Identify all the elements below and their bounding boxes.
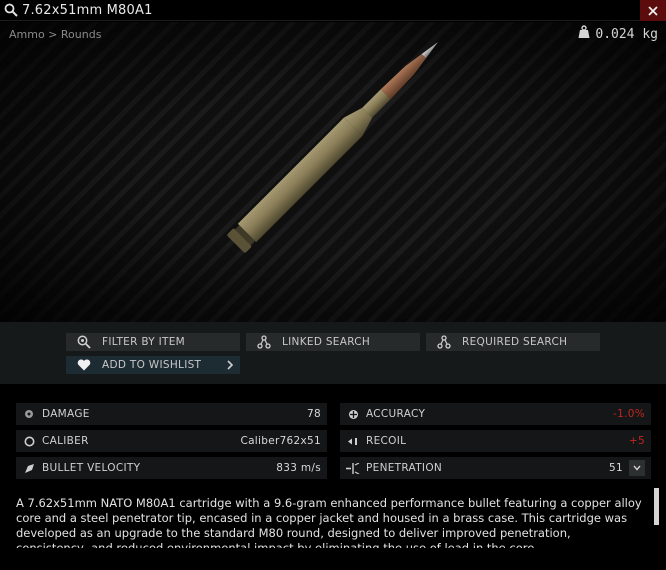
weight-icon [578, 25, 590, 43]
required-search-icon [426, 335, 462, 349]
filter-by-item-button[interactable]: FILTER BY ITEM [66, 333, 240, 351]
stat-caliber: CALIBER Caliber762x51 [16, 430, 327, 452]
title-bar: 7.62x51mm M80A1 [0, 0, 666, 21]
stat-penetration: PENETRATION 51 [340, 457, 651, 479]
close-icon [648, 1, 658, 20]
stat-label: PENETRATION [366, 462, 443, 474]
heart-icon [66, 359, 102, 371]
action-bar: FILTER BY ITEM LINKED SEARCH REQUIRED SE… [0, 322, 666, 384]
linked-search-button[interactable]: LINKED SEARCH [246, 333, 420, 351]
add-to-wishlist-label: ADD TO WISHLIST [102, 359, 202, 371]
description-scrollbar[interactable] [654, 488, 659, 525]
stat-label: BULLET VELOCITY [42, 462, 141, 474]
zoom-icon [66, 335, 102, 349]
weight-readout: 0.024 kg [578, 25, 658, 43]
chevron-right-icon [226, 359, 234, 374]
required-search-button[interactable]: REQUIRED SEARCH [426, 333, 600, 351]
stat-recoil: RECOIL +5 [340, 430, 651, 452]
chevron-down-icon [633, 462, 641, 474]
linked-search-icon [246, 335, 282, 349]
penetration-dropdown[interactable] [629, 460, 645, 476]
stat-label: DAMAGE [42, 408, 90, 420]
search-icon[interactable] [0, 0, 22, 21]
add-to-wishlist-button[interactable]: ADD TO WISHLIST [66, 356, 240, 374]
damage-icon [16, 409, 42, 419]
stat-value: +5 [628, 435, 645, 447]
velocity-icon [16, 463, 42, 474]
stat-label: ACCURACY [366, 408, 426, 420]
stat-value: 51 [609, 462, 623, 474]
stat-bullet-velocity: BULLET VELOCITY 833 m/s [16, 457, 327, 479]
stat-value: -1.0% [613, 408, 645, 420]
stat-value: 833 m/s [276, 462, 321, 474]
weight-value: 0.024 kg [595, 26, 658, 42]
required-search-label: REQUIRED SEARCH [462, 336, 568, 348]
stat-value: Caliber762x51 [240, 435, 321, 447]
stat-label: CALIBER [42, 435, 89, 447]
linked-search-label: LINKED SEARCH [282, 336, 371, 348]
stat-accuracy: ACCURACY -1.0% [340, 403, 651, 425]
item-description: A 7.62x51mm NATO M80A1 cartridge with a … [16, 496, 642, 548]
close-button[interactable] [640, 0, 666, 21]
stats-panel: DAMAGE 78 CALIBER Caliber762x51 BULLET V… [0, 384, 666, 488]
stat-damage: DAMAGE 78 [16, 403, 327, 425]
caliber-icon [16, 436, 42, 447]
recoil-icon [340, 437, 366, 446]
item-viewer: Ammo > Rounds 0.024 kg [0, 22, 666, 322]
breadcrumb[interactable]: Ammo > Rounds [9, 28, 101, 41]
window-title: 7.62x51mm M80A1 [22, 2, 153, 18]
penetration-icon [340, 462, 366, 474]
filter-by-item-label: FILTER BY ITEM [102, 336, 186, 348]
stat-label: RECOIL [366, 435, 407, 447]
stat-value: 78 [307, 408, 321, 420]
item-image [227, 42, 438, 253]
crosshair-icon [340, 409, 366, 420]
